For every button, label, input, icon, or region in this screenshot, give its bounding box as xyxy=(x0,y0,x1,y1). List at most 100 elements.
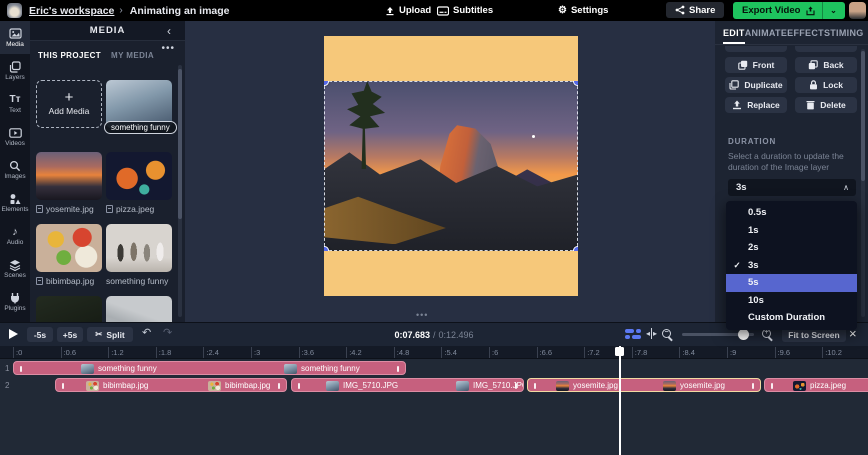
user-avatar[interactable] xyxy=(849,2,866,19)
clip-thumbnail xyxy=(793,381,806,391)
zoom-slider-knob[interactable] xyxy=(738,329,749,340)
zoom-in-icon[interactable]: + xyxy=(762,329,771,338)
duration-option-10s[interactable]: 10s xyxy=(726,292,857,310)
inspector-tab-effects[interactable]: EFFECTS xyxy=(787,21,830,44)
delete-button[interactable]: Delete xyxy=(795,97,857,113)
zoom-out-icon[interactable]: − xyxy=(662,329,671,338)
clip-trim-handle-left[interactable] xyxy=(298,383,300,389)
sidebar-item-scenes[interactable]: Scenes xyxy=(0,252,30,285)
timeline-tracks: 1something funnysomething funny2bibimbap… xyxy=(0,359,868,455)
clip-trim-handle-right[interactable] xyxy=(278,383,280,389)
canvas[interactable]: ⟳ xyxy=(324,36,578,296)
duration-option-label: 3s xyxy=(748,260,759,271)
workspace-logo-icon[interactable] xyxy=(7,3,22,18)
media-item-bibimbap-jpg[interactable] xyxy=(36,224,102,272)
timeline-clip-img-5710-jpg[interactable]: IMG_5710.JPGIMG_5710.JPG xyxy=(291,378,524,392)
sidebar-item-elements[interactable]: Elements xyxy=(0,186,30,219)
timeline-clip-yosemite-jpg[interactable]: yosemite.jpgyosemite.jpg xyxy=(527,378,761,392)
clip-trim-handle-right[interactable] xyxy=(752,383,754,389)
inspector-tab-timing[interactable]: TIMING xyxy=(830,21,863,44)
timeline-clip-something-funny[interactable]: something funnysomething funny xyxy=(13,361,406,375)
front-button[interactable]: Front xyxy=(725,57,787,73)
duration-option-1s[interactable]: 1s xyxy=(726,222,857,240)
play-button[interactable] xyxy=(9,329,18,339)
expand-tracks-icon[interactable]: ◂▸ xyxy=(646,328,657,339)
duration-option-3s[interactable]: ✓3s xyxy=(726,257,857,275)
track-number: 1 xyxy=(5,364,9,373)
selected-image-layer[interactable]: ⟳ xyxy=(324,81,578,251)
media-item-something-funny[interactable] xyxy=(106,224,172,272)
project-title[interactable]: Animating an image xyxy=(130,5,230,17)
file-icon xyxy=(36,277,43,285)
media-item-yosemite-jpg[interactable] xyxy=(36,152,102,200)
clip-trim-handle-left[interactable] xyxy=(534,383,536,389)
clip-trim-handle-left[interactable] xyxy=(62,383,64,389)
upload-button[interactable]: Upload xyxy=(385,5,431,16)
export-chevron-icon[interactable]: ⌄ xyxy=(823,6,843,15)
collapse-panel-icon[interactable]: ‹ xyxy=(167,24,185,38)
media-item-partial[interactable] xyxy=(36,296,102,322)
resize-handle-top-left[interactable] xyxy=(324,81,329,86)
timeline-zoom-slider[interactable] xyxy=(682,333,754,336)
time-separator: / xyxy=(433,330,436,340)
duration-option-custom-duration[interactable]: Custom Duration xyxy=(726,309,857,327)
ruler-tick: :6 xyxy=(489,347,498,358)
sidebar-item-media[interactable]: Media xyxy=(0,21,30,54)
sidebar-item-images[interactable]: Images xyxy=(0,153,30,186)
sidebar-item-audio[interactable]: ♪Audio xyxy=(0,219,30,252)
duration-option-0-5s[interactable]: 0.5s xyxy=(726,204,857,222)
duration-option-2s[interactable]: 2s xyxy=(726,239,857,257)
playhead-handle[interactable] xyxy=(615,347,624,356)
sidebar-item-videos[interactable]: Videos xyxy=(0,120,30,153)
duplicate-button[interactable]: Duplicate xyxy=(725,77,787,93)
export-video-button[interactable]: Export Video ⌄ xyxy=(733,2,845,19)
upload-label: Upload xyxy=(399,5,431,16)
duration-select[interactable]: 3s ∧ xyxy=(728,179,856,196)
button-label: Back xyxy=(823,60,843,70)
settings-button[interactable]: ⚙ Settings xyxy=(558,5,608,16)
replace-button[interactable]: Replace xyxy=(725,97,787,113)
sidebar-item-label: Scenes xyxy=(4,272,26,279)
panel-resize-handle[interactable]: ••• xyxy=(416,310,428,320)
more-options-icon[interactable]: ••• xyxy=(161,43,175,54)
subtitles-button[interactable]: Subtitles xyxy=(437,5,493,16)
inspector-tab-edit[interactable]: EDIT xyxy=(723,21,745,44)
clip-trim-handle-right[interactable] xyxy=(397,366,399,372)
resize-handle-top-right[interactable] xyxy=(573,81,578,86)
timeline-clip-bibimbap-jpg[interactable]: bibimbap.jpgbibimbap.jpg xyxy=(55,378,287,392)
media-scrollbar[interactable] xyxy=(178,65,182,317)
skip-forward-button[interactable]: +5s xyxy=(57,327,83,342)
clip-trim-handle-left[interactable] xyxy=(20,366,22,372)
duration-option-5s[interactable]: 5s xyxy=(726,274,857,292)
media-item-pizza-jpeg[interactable] xyxy=(106,152,172,200)
inspector-scrollbar[interactable] xyxy=(861,49,865,317)
sidebar-item-text[interactable]: TтText xyxy=(0,87,30,120)
media-icon xyxy=(9,28,22,40)
playhead-line[interactable] xyxy=(619,346,621,455)
media-tab-this-project[interactable]: THIS PROJECT xyxy=(38,47,101,64)
split-button[interactable]: ✂ Split xyxy=(87,327,133,342)
timeline-ruler[interactable]: :0:0.6:1.2:1.8:2.4:3:3.6:4.2:4.8:5.4:6:6… xyxy=(0,346,868,359)
sidebar-item-plugins[interactable]: Plugins xyxy=(0,285,30,318)
file-icon xyxy=(36,205,43,213)
breadcrumb-workspace[interactable]: Eric's workspace xyxy=(29,5,114,17)
inspector-tab-animate[interactable]: ANIMATE xyxy=(745,21,787,44)
duplicate-icon xyxy=(729,80,739,90)
share-button[interactable]: Share xyxy=(666,2,724,18)
redo-icon[interactable]: ↷ xyxy=(163,326,172,339)
resize-handle-bottom-right[interactable] xyxy=(573,246,578,251)
timeline-tracks-icon[interactable] xyxy=(625,329,641,340)
clip-trim-handle-right[interactable] xyxy=(515,383,517,389)
sidebar-item-layers[interactable]: Layers xyxy=(0,54,30,87)
skip-back-button[interactable]: -5s xyxy=(27,327,53,342)
add-media-button[interactable]: + Add Media xyxy=(36,80,102,128)
clip-segment: yosemite.jpg xyxy=(663,381,725,391)
media-item-partial[interactable] xyxy=(106,296,172,322)
undo-icon[interactable]: ↶ xyxy=(142,326,151,339)
back-button[interactable]: Back xyxy=(795,57,857,73)
clip-trim-handle-left[interactable] xyxy=(771,383,773,389)
media-tab-my-media[interactable]: MY MEDIA xyxy=(111,47,154,64)
lock-button[interactable]: Lock xyxy=(795,77,857,93)
button-label: Delete xyxy=(820,100,846,110)
timeline-clip-pizza-jpeg[interactable]: pizza.jpeg xyxy=(764,378,868,392)
